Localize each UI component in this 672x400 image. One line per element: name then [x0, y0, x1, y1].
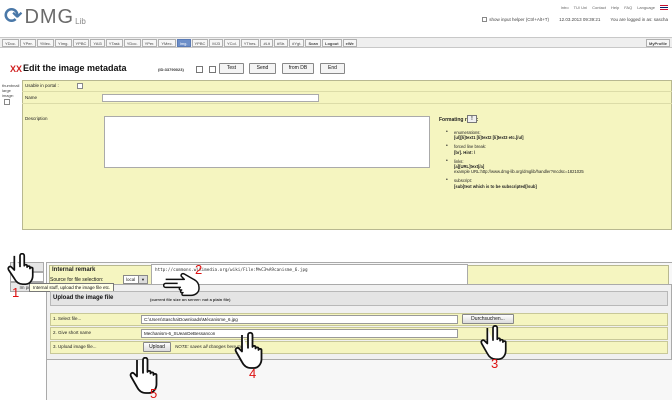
nav-tab[interactable]: YImg. — [55, 39, 72, 47]
send-button[interactable]: Send — [249, 63, 276, 74]
logo-icon: ⟳ — [4, 4, 23, 29]
top-link-intro[interactable]: Intro — [561, 5, 569, 10]
nav-tab[interactable]: YDoc. — [123, 39, 141, 47]
file-path-input[interactable]: C:\Users\Sascha\Downloads\Mécanisme_6.jp… — [141, 315, 458, 324]
record-id: (ID:33790023) — [158, 67, 184, 72]
rule-item: enumerations: [ul][li]text1 [li]text2 [l… — [446, 130, 670, 140]
callout-number: 4 — [249, 366, 257, 381]
top-link-tu[interactable]: TU/ Uni — [574, 5, 588, 10]
input-helper-checkbox[interactable] — [482, 17, 488, 23]
top-link-language[interactable]: Language — [637, 5, 655, 10]
upload-file-label: 3. Upload image file... — [53, 344, 97, 349]
close-marker-icon[interactable]: XX — [10, 64, 22, 74]
uk-flag-icon[interactable] — [660, 5, 668, 10]
source-select[interactable]: local ▼ — [123, 275, 148, 284]
rule-text: [sub]text which is to be subscripted[/su… — [454, 183, 537, 189]
from-db-button[interactable]: from DB — [282, 63, 314, 74]
nav-tab[interactable]: YThes. — [240, 39, 260, 47]
short-name-input[interactable]: Mechanism-6_SUeanDeBessancon — [141, 329, 458, 338]
top-links: Intro TU/ Uni Contact Help FAQ Language — [561, 5, 668, 10]
status-line: show input helper (Ctrl+Alt+T) 12.03.201… — [482, 17, 668, 23]
usable-checkbox[interactable] — [77, 83, 83, 89]
upload-button[interactable]: Upload — [143, 342, 171, 352]
nav-tab[interactable]: YMec. — [158, 39, 176, 47]
page-title: Edit the image metadata — [23, 63, 127, 73]
select-file-label: 1. Select file... — [53, 316, 82, 321]
nav-tab[interactable]: #Lit — [260, 39, 273, 47]
nav-tab[interactable]: YTask — [105, 39, 123, 47]
usable-row — [22, 80, 672, 92]
browse-button[interactable]: Durchsuchen... — [462, 314, 514, 324]
nav-tab-logout[interactable]: Logout — [322, 39, 342, 47]
usable-label: Usable in portal : — [25, 83, 59, 88]
logo-sub: Lib — [75, 17, 86, 26]
callout-number: 3 — [491, 356, 499, 371]
login-text: You are logged in as: sascha — [610, 17, 668, 23]
nav-tab[interactable]: YMec. — [36, 39, 55, 47]
upload-title: Upload the image file — [53, 295, 114, 301]
datetime: 12.03.2013 09:39:21 — [559, 17, 601, 23]
name-label: Name — [25, 95, 38, 100]
hand-pointer-icon — [3, 253, 37, 287]
nav-tab[interactable]: YPBC — [72, 39, 90, 47]
input-helper[interactable]: show input helper (Ctrl+Alt+T) — [482, 17, 550, 23]
formating-rules-list: enumerations: [ul][li]text1 [li]text2 [l… — [446, 130, 670, 193]
internal-remark-label: Internal remark — [52, 267, 96, 273]
hand-pointer-icon — [230, 331, 266, 375]
source-select-value: local — [126, 277, 136, 282]
nav-tab[interactable]: YPBC — [191, 39, 209, 47]
thumbnail-label: thumbnail large image: — [2, 83, 20, 98]
dmg-lib-logo: ⟳ DMG Lib — [4, 4, 86, 29]
nav-tab[interactable]: YPer. — [19, 39, 36, 47]
rule-text: [br]. Hint: \ — [454, 149, 476, 155]
nav-tab-scan[interactable]: Scan — [305, 39, 322, 47]
rule-item: links: [a][URL]text[/a] example URL:http… — [446, 159, 670, 175]
chevron-down-icon[interactable]: ▼ — [138, 276, 147, 283]
nav-tab[interactable]: #Ygt. — [289, 39, 305, 47]
formating-help-button[interactable]: ! — [467, 115, 477, 123]
callout-number: 2 — [195, 262, 203, 277]
end-button[interactable]: End — [320, 63, 345, 74]
name-input[interactable] — [102, 94, 319, 102]
nav-tab[interactable]: #Str. — [273, 39, 289, 47]
nav-tab[interactable]: MJ3 — [209, 39, 223, 47]
upload-size-note: (current file size on server: not a plai… — [150, 297, 231, 302]
description-textarea[interactable] — [104, 116, 430, 168]
description-label: Description — [25, 116, 48, 121]
rule-item: subscript: [sub]text which is to be subs… — [446, 178, 670, 188]
rule-example: example URL:http://www.dmg-lib.org/dmgli… — [454, 169, 584, 175]
nav-tab-ewe[interactable]: eWe — [342, 39, 357, 47]
input-helper-label: show input helper (Ctrl+Alt+T) — [489, 17, 550, 22]
nav-tabs: YDoc. YPer. YMec. YImg. YPBC YAI3 YTask … — [2, 39, 357, 47]
option-checkbox-2[interactable] — [209, 66, 216, 73]
rule-text: [ul][li]text1 [li]text2 [li]text3 etc.[/… — [454, 135, 524, 141]
top-link-contact[interactable]: Contact — [592, 5, 606, 10]
nav-tab-images-active[interactable]: Img. — [176, 39, 191, 47]
logo-text: DMG — [24, 6, 75, 28]
upload-header — [50, 291, 668, 306]
test-button[interactable]: Test — [219, 63, 244, 74]
short-name-label: 2. Give short name — [53, 330, 92, 335]
nav-tab[interactable]: YPer. — [141, 39, 158, 47]
nav-tab[interactable]: YCol. — [223, 39, 240, 47]
nav-tab[interactable]: YAI3 — [90, 39, 105, 47]
callout-number: 5 — [150, 386, 158, 400]
thumbnail-checkbox[interactable] — [4, 99, 10, 105]
my-profile-link[interactable]: MyProfile — [645, 39, 670, 47]
top-link-help[interactable]: Help — [611, 5, 619, 10]
nav-tab[interactable]: YDoc. — [2, 39, 19, 47]
rule-item: forced line break: [br]. Hint: \ — [446, 144, 670, 154]
callout-number: 1 — [12, 285, 20, 300]
option-checkbox[interactable] — [196, 66, 203, 73]
top-link-faq[interactable]: FAQ — [624, 5, 632, 10]
